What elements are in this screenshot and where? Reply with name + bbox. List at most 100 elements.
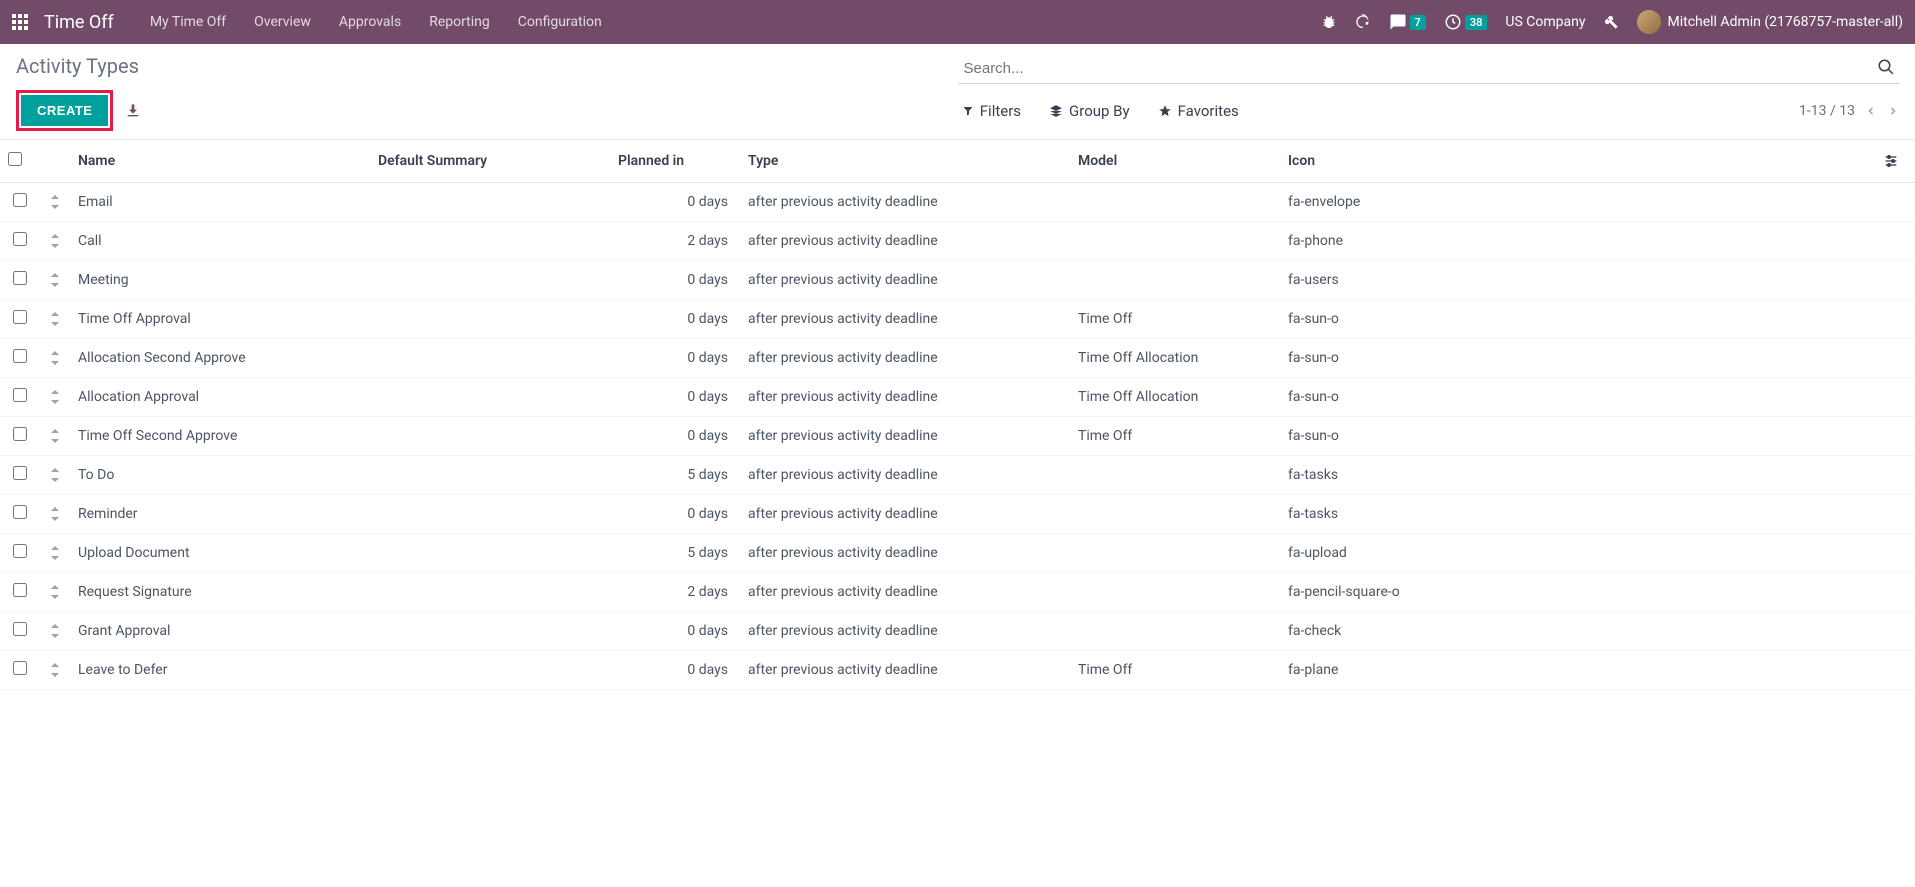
cell-opt [1875,183,1915,222]
table-row[interactable]: Meeting0 daysafter previous activity dea… [0,261,1915,300]
row-checkbox[interactable] [13,193,27,207]
apps-icon[interactable] [12,14,28,30]
table-row[interactable]: To Do5 daysafter previous activity deadl… [0,456,1915,495]
nav-configuration[interactable]: Configuration [506,8,614,36]
tools-icon[interactable] [1603,14,1619,30]
cell-summary [370,183,610,222]
nav-my-time-off[interactable]: My Time Off [138,8,238,36]
cell-opt [1875,378,1915,417]
filters-label: Filters [980,102,1021,120]
nav-reporting[interactable]: Reporting [417,8,502,36]
row-checkbox[interactable] [13,505,27,519]
columns-options-icon[interactable] [1883,153,1899,169]
drag-handle-icon[interactable] [40,378,70,417]
cp-top: Activity Types [16,54,1899,84]
row-checkbox[interactable] [13,427,27,441]
drag-handle-icon[interactable] [40,300,70,339]
table-row[interactable]: Call2 daysafter previous activity deadli… [0,222,1915,261]
import-icon[interactable] [125,102,141,118]
drag-handle-icon[interactable] [40,534,70,573]
clock-icon[interactable]: 38 [1444,13,1488,31]
cell-icon: fa-users [1280,261,1875,300]
drag-handle-icon[interactable] [40,573,70,612]
row-checkbox[interactable] [13,583,27,597]
cell-model: Time Off Allocation [1070,378,1280,417]
drag-handle-icon[interactable] [40,417,70,456]
row-checkbox[interactable] [13,349,27,363]
header-icon[interactable]: Icon [1280,140,1875,183]
cell-name: Grant Approval [70,612,370,651]
cell-summary [370,456,610,495]
drag-handle-icon[interactable] [40,651,70,690]
drag-handle-icon[interactable] [40,261,70,300]
row-checkbox[interactable] [13,622,27,636]
drag-handle-icon[interactable] [40,456,70,495]
header-planned[interactable]: Planned in [610,140,740,183]
cell-type: after previous activity deadline [740,456,1070,495]
user-name: Mitchell Admin (21768757-master-all) [1667,14,1903,30]
header-model[interactable]: Model [1070,140,1280,183]
table-row[interactable]: Request Signature2 daysafter previous ac… [0,573,1915,612]
cell-type: after previous activity deadline [740,495,1070,534]
cell-type: after previous activity deadline [740,261,1070,300]
drag-handle-icon[interactable] [40,183,70,222]
drag-handle-icon[interactable] [40,495,70,534]
pager-next[interactable] [1887,103,1899,119]
row-checkbox[interactable] [13,466,27,480]
row-checkbox[interactable] [13,232,27,246]
table-row[interactable]: Allocation Second Approve0 daysafter pre… [0,339,1915,378]
cell-icon: fa-plane [1280,651,1875,690]
table-row[interactable]: Upload Document5 daysafter previous acti… [0,534,1915,573]
favorites-button[interactable]: Favorites [1158,102,1239,120]
pager-text[interactable]: 1-13 / 13 [1799,103,1855,119]
nav-approvals[interactable]: Approvals [327,8,413,36]
create-button[interactable]: CREATE [21,95,108,126]
create-highlight: CREATE [16,90,113,131]
header-name[interactable]: Name [70,140,370,183]
pager-prev[interactable] [1865,103,1877,119]
header-type[interactable]: Type [740,140,1070,183]
table-row[interactable]: Time Off Approval0 daysafter previous ac… [0,300,1915,339]
row-checkbox[interactable] [13,271,27,285]
cell-planned: 5 days [610,456,740,495]
app-title[interactable]: Time Off [44,12,114,33]
header-handle [40,140,70,183]
table-row[interactable]: Reminder0 daysafter previous activity de… [0,495,1915,534]
table-row[interactable]: Allocation Approval0 daysafter previous … [0,378,1915,417]
nav-overview[interactable]: Overview [242,8,323,36]
company-switcher[interactable]: US Company [1505,14,1585,30]
cell-planned: 0 days [610,183,740,222]
table-row[interactable]: Time Off Second Approve0 daysafter previ… [0,417,1915,456]
chat-icon[interactable]: 7 [1389,13,1426,31]
activity-types-table: Name Default Summary Planned in Type Mod… [0,140,1915,690]
drag-handle-icon[interactable] [40,339,70,378]
cell-type: after previous activity deadline [740,573,1070,612]
groupby-button[interactable]: Group By [1049,102,1130,120]
search-input[interactable] [958,54,1900,84]
row-checkbox[interactable] [13,388,27,402]
cell-summary [370,261,610,300]
drag-handle-icon[interactable] [40,222,70,261]
row-checkbox-cell [0,456,40,495]
cell-type: after previous activity deadline [740,417,1070,456]
cell-type: after previous activity deadline [740,612,1070,651]
row-checkbox[interactable] [13,310,27,324]
user-menu[interactable]: Mitchell Admin (21768757-master-all) [1637,10,1903,34]
table-row[interactable]: Grant Approval0 daysafter previous activ… [0,612,1915,651]
cell-icon: fa-sun-o [1280,300,1875,339]
search-icon[interactable] [1877,58,1895,76]
drag-handle-icon[interactable] [40,612,70,651]
row-checkbox[interactable] [13,661,27,675]
table-row[interactable]: Leave to Defer0 daysafter previous activ… [0,651,1915,690]
cell-model [1070,495,1280,534]
table-row[interactable]: Email0 daysafter previous activity deadl… [0,183,1915,222]
bug-icon[interactable] [1321,14,1337,30]
filters-button[interactable]: Filters [962,102,1021,120]
cell-summary [370,612,610,651]
select-all-checkbox[interactable] [8,152,22,166]
search-container [958,54,1900,84]
row-checkbox[interactable] [13,544,27,558]
support-icon[interactable] [1355,14,1371,30]
cell-model [1070,456,1280,495]
header-summary[interactable]: Default Summary [370,140,610,183]
